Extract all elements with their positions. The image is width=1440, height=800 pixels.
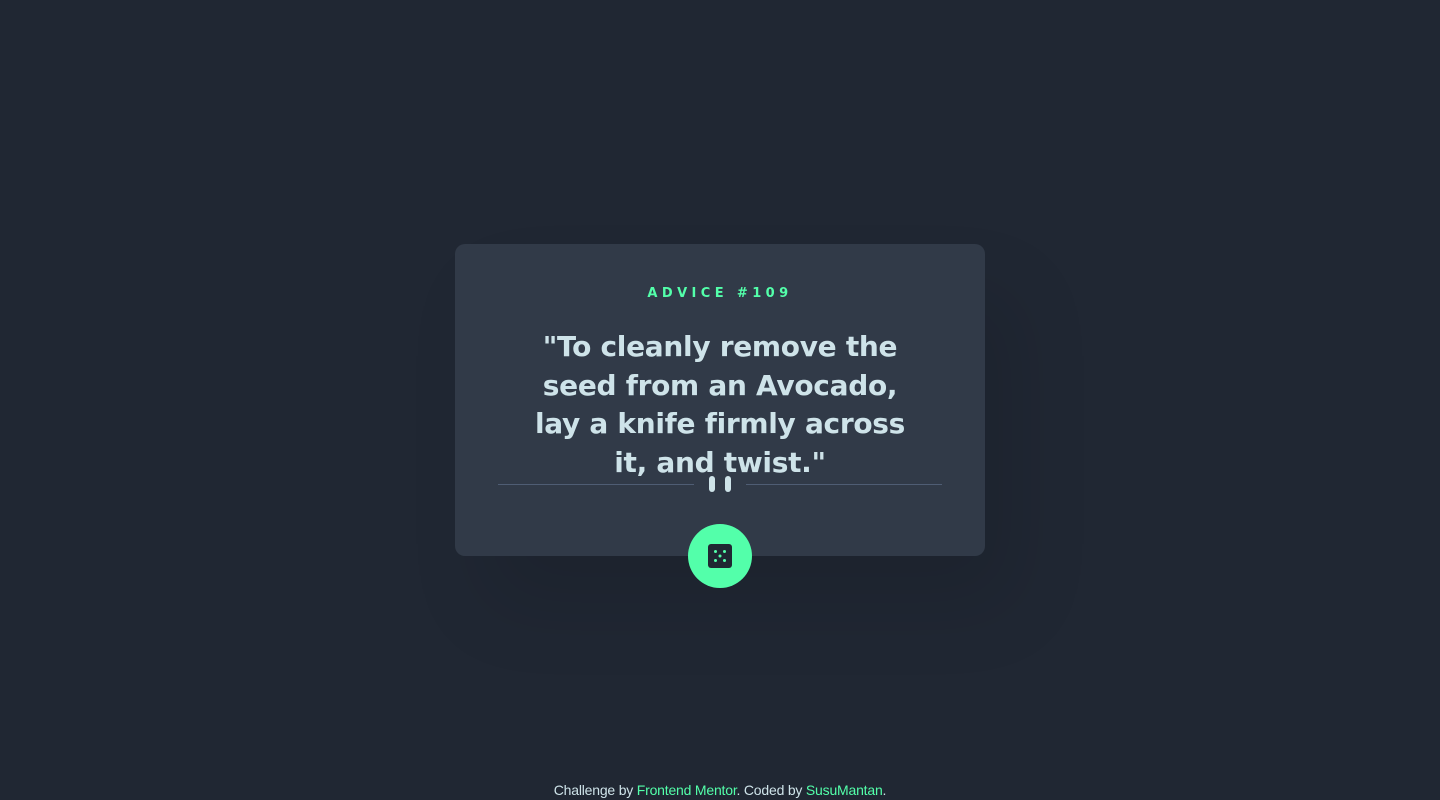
pause-icon xyxy=(709,476,731,492)
footer-prefix: Challenge by xyxy=(553,782,637,798)
pause-bar-right xyxy=(725,476,731,492)
advice-quote: "To cleanly remove the seed from an Avoc… xyxy=(534,330,906,479)
footer-middle: . Coded by xyxy=(736,782,806,798)
footer-suffix: . xyxy=(882,782,887,798)
divider-line-left xyxy=(498,484,694,485)
new-advice-button[interactable] xyxy=(688,524,752,588)
advice-card: ADVICE #109 "To cleanly remove the seed … xyxy=(455,244,985,556)
page: ADVICE #109 "To cleanly remove the seed … xyxy=(0,0,1440,800)
advice-id-heading: ADVICE #109 xyxy=(647,286,793,301)
pause-bar-left xyxy=(709,476,715,492)
attribution-footer: Challenge by Frontend Mentor. Coded by S… xyxy=(0,780,1440,800)
frontend-mentor-link[interactable]: Frontend Mentor xyxy=(637,782,737,798)
divider-line-right xyxy=(746,484,942,485)
pattern-divider xyxy=(498,474,942,494)
dice-icon xyxy=(708,544,732,568)
author-link[interactable]: SusuMantan xyxy=(806,782,883,798)
